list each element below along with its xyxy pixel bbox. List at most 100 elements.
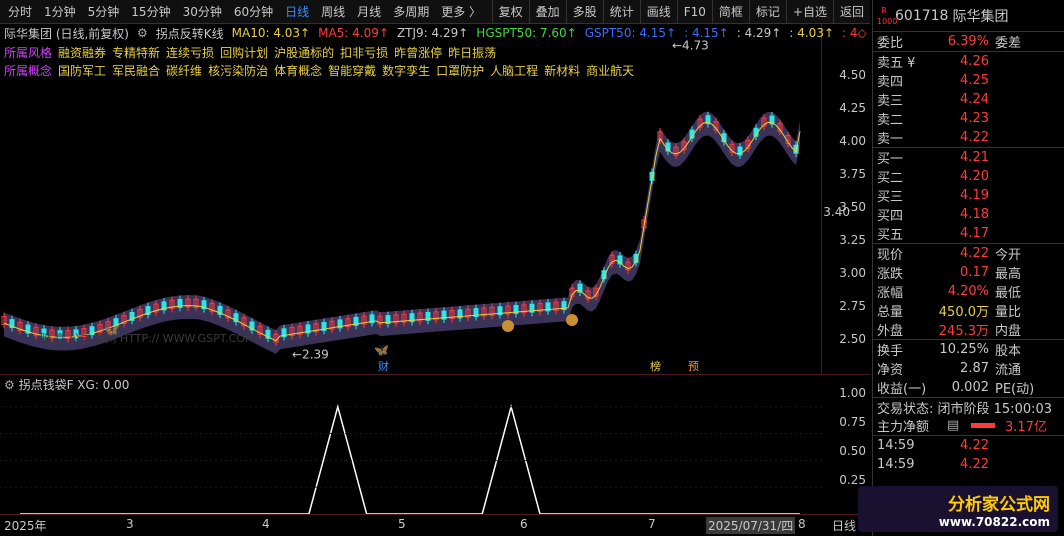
concepts_row2-tag[interactable]: 口罩防护 — [436, 64, 484, 78]
asks-row: 卖四 4.25 — [873, 71, 1064, 90]
bids-row: 买二 4.20 — [873, 167, 1064, 186]
concepts_row2-tag[interactable]: 军民融合 — [112, 64, 160, 78]
tab-period-9[interactable]: 多周期 — [387, 0, 435, 24]
asks-row: 卖三 4.24 — [873, 90, 1064, 109]
concepts_row2-tag[interactable]: 碳纤维 — [166, 64, 202, 78]
tool-button-6[interactable]: 简框 — [711, 0, 749, 24]
tab-period-10[interactable]: 更多 〉 — [435, 0, 487, 24]
bids-row: 买三 4.19 — [873, 186, 1064, 205]
tool-button-3[interactable]: 统计 — [602, 0, 640, 24]
tool-button-0[interactable]: 复权 — [491, 0, 529, 24]
time-tick: 日线 — [832, 519, 857, 533]
stats2-label: 净资 — [877, 363, 904, 378]
gspt50-value: GSPT50: 4.15↑ — [584, 26, 677, 40]
tick-time: 14:59 — [877, 438, 915, 453]
concepts_row1-tag[interactable]: 扣非亏损 — [340, 46, 388, 60]
sub-y-tick: 1.00 — [839, 386, 866, 400]
sub-indicator-chart[interactable] — [0, 376, 822, 515]
concepts_row2-tag[interactable]: 核污染防治 — [208, 64, 268, 78]
tool-button-8[interactable]: +自选 — [785, 0, 833, 24]
bang-marker: 榜 — [650, 359, 661, 373]
butterfly-icon: 🦋 — [104, 323, 119, 337]
concepts_row2-tag[interactable]: 新材料 — [544, 64, 580, 78]
tab-period-6[interactable]: 日线 — [279, 0, 315, 24]
concepts_row1-tag[interactable]: 连续亏损 — [166, 46, 214, 60]
money-bag-icon — [502, 320, 514, 332]
price-tick: 4.50 — [839, 68, 866, 82]
time-tick: 5 — [398, 517, 406, 531]
asks-label: 卖四 — [877, 75, 904, 90]
extra1-value: : 4.15↑ — [684, 26, 729, 40]
sub-y-tick: 0.75 — [839, 415, 866, 429]
asks-label: 卖五 ¥ — [877, 56, 916, 71]
concepts_row2-tag[interactable]: 体育概念 — [274, 64, 322, 78]
stats-value: 0.17 — [960, 265, 989, 280]
pane-divider[interactable] — [0, 374, 870, 375]
tab-period-5[interactable]: 60分钟 — [228, 0, 279, 24]
tab-period-7[interactable]: 周线 — [315, 0, 351, 24]
main-flow-row[interactable]: 主力净额 ▤ 3.17亿 — [873, 416, 1064, 435]
concepts_row2-tag[interactable]: 人脑工程 — [490, 64, 538, 78]
price-tick: 3.25 — [839, 233, 866, 247]
current-price-marker: 3.40 — [823, 205, 850, 219]
bids-row: 买五 4.17 — [873, 224, 1064, 243]
concepts_row2-tag[interactable]: 数字孪生 — [382, 64, 430, 78]
sub-y-tick: 0.50 — [839, 444, 866, 458]
stats-value: 245.3万 — [938, 324, 989, 339]
concepts_row1-tag[interactable]: 昨曾涨停 — [394, 46, 442, 60]
tool-button-4[interactable]: 画线 — [639, 0, 677, 24]
doc-icon: ▤ — [947, 418, 960, 433]
stats-label: 现价 — [877, 248, 904, 263]
asks-value: 4.24 — [960, 92, 989, 107]
stats-label: 涨幅 — [877, 286, 904, 301]
gear-icon[interactable]: ⚙ — [137, 26, 148, 40]
bids-value: 4.17 — [960, 226, 989, 241]
stats2-label: 换手 — [877, 344, 904, 359]
stats-label2: 最低 — [995, 286, 1022, 301]
r-badge-icon: R 1000 — [877, 5, 898, 26]
concepts_row2-tag[interactable]: 国防军工 — [58, 64, 106, 78]
time-tick: 3 — [126, 517, 134, 531]
tab-period-0[interactable]: 分时 — [2, 0, 38, 24]
stats-value: 4.20% — [947, 284, 989, 299]
tool-button-7[interactable]: 标记 — [748, 0, 786, 24]
stats-row: 现价 4.22 今开 — [873, 244, 1064, 263]
tool-button-2[interactable]: 多股 — [565, 0, 603, 24]
tab-period-3[interactable]: 15分钟 — [125, 0, 176, 24]
gear-icon[interactable]: ⚙ — [4, 378, 19, 392]
tab-period-8[interactable]: 月线 — [351, 0, 387, 24]
sub-indicator-title[interactable]: ⚙ 拐点钱袋F XG: 0.00 — [4, 376, 129, 393]
tool-button-1[interactable]: 叠加 — [528, 0, 566, 24]
concepts_row1-tag[interactable]: 沪股通标的 — [274, 46, 334, 60]
quote-header: R 1000 601718 际华集团 — [873, 0, 1064, 32]
concepts_row2-tag[interactable]: 商业航天 — [586, 64, 634, 78]
concepts_row1-tag[interactable]: 回购计划 — [220, 46, 268, 60]
indicator-name[interactable]: 拐点反转K线 — [156, 25, 224, 42]
price-tick: 4.00 — [839, 134, 866, 148]
stats2-label2: 流通 — [995, 363, 1022, 378]
concepts_row1-tag[interactable]: 融资融券 — [58, 46, 106, 60]
tab-period-2[interactable]: 5分钟 — [82, 0, 126, 24]
concepts_row2-tag: 所属概念 — [4, 64, 53, 78]
hgspt50-value: HGSPT50: 7.60↑ — [476, 26, 577, 40]
indicator-info-bar: 际华集团 (日线,前复权) ⚙ 拐点反转K线 MA10: 4.03↑ MA5: … — [0, 24, 867, 42]
concepts_row2-tag[interactable]: 智能穿戴 — [328, 64, 376, 78]
quote-panel: R 1000 601718 际华集团 委比 6.39% 委差 卖五 ¥ 4.26 卖四… — [858, 0, 1064, 536]
concepts_row1-tag[interactable]: 昨日振荡 — [448, 46, 496, 60]
stats-list: 现价 4.22 今开 涨跌 0.17 最高 涨幅 4.20% 最低 总量 450.0万 量比 外盘 245… — [873, 243, 1064, 339]
asks-value: 4.25 — [960, 73, 989, 88]
period-tabs: 分时 1分钟 5分钟 15分钟 30分钟 60分钟 日线 周线 月线 多周期 更多 〉 — [0, 0, 487, 24]
stats2-row: 收益(一) 0.002 PE(动) — [873, 378, 1064, 397]
tool-button-9[interactable]: 返回 — [832, 0, 870, 24]
extra2-value: : 4.29↑ — [736, 26, 782, 40]
tool-button-5[interactable]: F10 — [676, 0, 712, 24]
tab-period-4[interactable]: 30分钟 — [177, 0, 228, 24]
stock-title[interactable]: 际华集团 (日线,前复权) — [4, 25, 129, 42]
concepts_row1-tag: 所属风格 — [4, 46, 53, 60]
stats-label2: 量比 — [995, 305, 1022, 320]
ratio-label: 委比 — [877, 36, 904, 51]
trade-status: 交易状态: 闭市阶段 15:00:03 — [873, 397, 1064, 417]
tab-period-1[interactable]: 1分钟 — [38, 0, 82, 24]
butterfly-icon: 🦋 — [374, 343, 389, 357]
concepts_row1-tag[interactable]: 专精特新 — [112, 46, 160, 60]
